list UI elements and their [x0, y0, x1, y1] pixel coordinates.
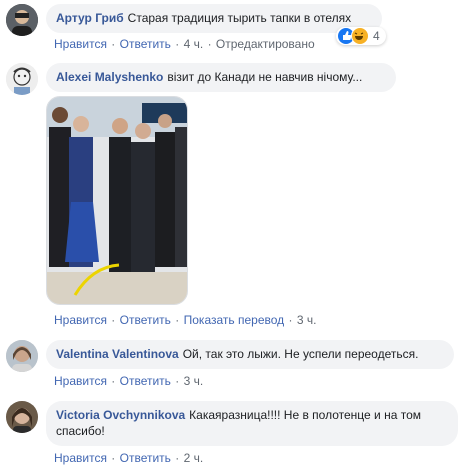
comment-actions: Нравится · Ответить · 2 ч.	[54, 451, 203, 465]
comment-bubble: Victoria Ovchynnikova Какаяразница!!!! Не…	[46, 401, 458, 446]
separator: ·	[111, 374, 116, 388]
reply-link[interactable]: Ответить	[120, 313, 171, 327]
like-link[interactable]: Нравится	[54, 451, 107, 465]
reply-link[interactable]: Ответить	[120, 374, 171, 388]
avatar-image-icon	[6, 63, 38, 95]
comment-actions: Нравится · Ответить · 4 ч. · Отредактиро…	[54, 37, 315, 51]
comment-bubble: Valentina Valentinova Ой, так это лыжи. Н…	[46, 340, 454, 369]
comment-author[interactable]: Alexei Malyshenko	[56, 70, 163, 84]
comment-photo[interactable]	[46, 96, 188, 305]
separator: ·	[207, 37, 212, 51]
reactions-summary[interactable]: 4	[336, 27, 386, 45]
reply-link[interactable]: Ответить	[120, 37, 171, 51]
separator: ·	[111, 313, 116, 327]
separator: ·	[288, 313, 293, 327]
like-link[interactable]: Нравится	[54, 374, 107, 388]
comment-bubble: Alexei Malyshenko візит до Канади не навч…	[46, 63, 396, 92]
comment-actions: Нравится · Ответить · Показать перевод ·…	[54, 313, 316, 327]
avatar[interactable]	[6, 63, 38, 95]
avatar[interactable]	[6, 340, 38, 372]
separator: ·	[175, 374, 180, 388]
like-link[interactable]: Нравится	[54, 37, 107, 51]
comment-bubble: Артур Гриб Старая традиция тырить тапки в…	[46, 4, 382, 33]
avatar[interactable]	[6, 4, 38, 36]
comment-author[interactable]: Valentina Valentinova	[56, 347, 179, 361]
haha-reaction-icon	[351, 27, 369, 45]
comment-time[interactable]: 3 ч.	[184, 374, 204, 388]
comment-text: візит до Канади не навчив нічому...	[167, 70, 363, 84]
avatar-image-icon	[6, 340, 38, 372]
reaction-count: 4	[373, 29, 380, 43]
comment-text: Ой, так это лыжи. Не успели переодеться.	[182, 347, 419, 361]
photo-image	[47, 97, 187, 304]
separator: ·	[111, 37, 116, 51]
separator: ·	[175, 313, 180, 327]
like-link[interactable]: Нравится	[54, 313, 107, 327]
avatar-image-icon	[6, 401, 38, 433]
separator: ·	[111, 451, 116, 465]
avatar[interactable]	[6, 401, 38, 433]
avatar-image-icon	[6, 4, 38, 36]
comment-author[interactable]: Victoria Ovchynnikova	[56, 408, 185, 422]
edited-label[interactable]: Отредактировано	[216, 37, 315, 51]
translate-link[interactable]: Показать перевод	[184, 313, 285, 327]
comment-time[interactable]: 4 ч.	[184, 37, 204, 51]
comment-author[interactable]: Артур Гриб	[56, 11, 124, 25]
comment-actions: Нравится · Ответить · 3 ч.	[54, 374, 203, 388]
comment-time[interactable]: 3 ч.	[297, 313, 317, 327]
reply-link[interactable]: Ответить	[120, 451, 171, 465]
comment-time[interactable]: 2 ч.	[184, 451, 204, 465]
comment-text: Старая традиция тырить тапки в отелях	[127, 11, 352, 25]
separator: ·	[175, 37, 180, 51]
separator: ·	[175, 451, 180, 465]
